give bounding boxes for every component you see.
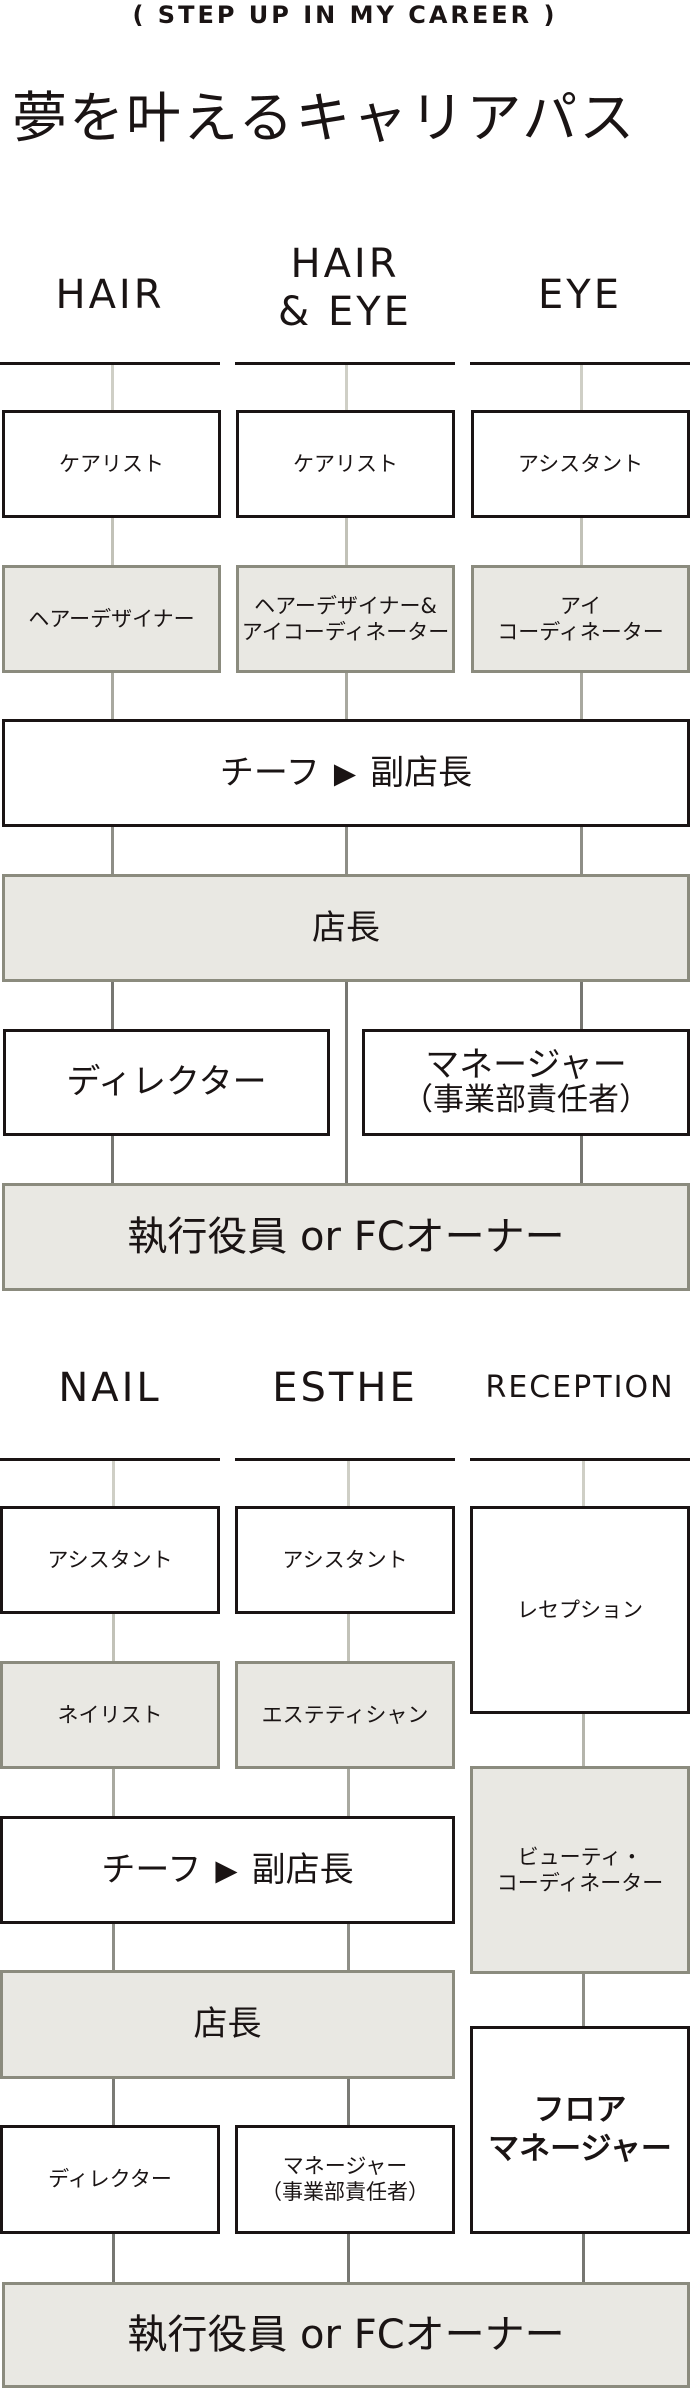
role-manager: マネージャー （事業部責任者） xyxy=(235,2125,455,2234)
connector-line xyxy=(582,1973,585,2026)
column-rule xyxy=(470,1458,690,1461)
role-eye-assistant: アシスタント xyxy=(471,410,690,518)
role-line: アイ xyxy=(560,593,601,618)
role-hair-carist: ケアリスト xyxy=(2,410,221,518)
role-line: （事業部責任者） xyxy=(402,1082,650,1119)
role-nailist: ネイリスト xyxy=(0,1661,220,1769)
connector-line xyxy=(345,981,348,1183)
column-header-esthe: ESTHE xyxy=(272,1365,418,1411)
page-title: 夢を叶えるキャリアパス xyxy=(12,86,637,150)
role-line: アイコーディネーター xyxy=(241,620,450,644)
role-chief-vice-manager: チーフ ▶ 副店長 xyxy=(0,1816,455,1924)
role-line: ビューティ・ xyxy=(517,1844,643,1869)
connector-line xyxy=(347,2233,350,2283)
role-esthetician: エステティシャン xyxy=(235,1661,455,1769)
role-executive-or-fc-owner: 執行役員 or FCオーナー xyxy=(2,2282,690,2388)
role-eye-coordinator: アイ コーディネーター xyxy=(471,565,690,673)
connector-line xyxy=(111,672,114,720)
connector-line xyxy=(111,517,114,565)
role-line: ヘアーデザイナー& xyxy=(254,593,437,618)
connector-line xyxy=(580,517,583,565)
role-manager: マネージャー （事業部責任者） xyxy=(362,1029,690,1136)
role-nail-assistant: アシスタント xyxy=(0,1506,220,1614)
role-line: コーディネーター xyxy=(497,620,664,644)
connector-line xyxy=(580,826,583,874)
role-vice-manager: 副店長 xyxy=(251,1849,354,1890)
connector-line xyxy=(580,672,583,720)
connector-line xyxy=(112,1461,115,1507)
connector-line xyxy=(580,365,583,411)
connector-line xyxy=(345,672,348,720)
connector-line xyxy=(582,1461,585,1507)
column-header-nail: NAIL xyxy=(58,1365,162,1411)
column-rule xyxy=(0,362,220,365)
role-store-manager: 店長 xyxy=(0,1970,455,2079)
column-header-hair: HAIR xyxy=(55,272,165,318)
column-rule xyxy=(235,1458,455,1461)
connector-line xyxy=(345,365,348,411)
connector-line xyxy=(112,1768,115,1816)
connector-line xyxy=(582,1713,585,1766)
role-line: フロア xyxy=(533,2092,627,2129)
role-line: （事業部責任者） xyxy=(261,2179,429,2204)
connector-line xyxy=(347,1768,350,1816)
role-director: ディレクター xyxy=(3,1029,330,1136)
role-executive-or-fc-owner: 執行役員 or FCオーナー xyxy=(2,1183,690,1291)
connector-line xyxy=(347,1461,350,1507)
connector-line xyxy=(347,1923,350,1971)
arrow-right-icon: ▶ xyxy=(333,755,357,790)
role-chief: チーフ xyxy=(219,752,320,793)
connector-line xyxy=(112,2078,115,2126)
role-floor-manager: フロア マネージャー xyxy=(470,2026,690,2234)
connector-line xyxy=(112,1613,115,1661)
role-esthe-assistant: アシスタント xyxy=(235,1506,455,1614)
connector-line xyxy=(112,1923,115,1971)
role-director: ディレクター xyxy=(0,2125,220,2234)
column-header-hair-eye-line1: HAIR xyxy=(290,241,400,287)
connector-line xyxy=(347,2078,350,2126)
column-rule xyxy=(0,1458,220,1461)
arrow-right-icon: ▶ xyxy=(215,1852,238,1887)
role-beauty-coordinator: ビューティ・ コーディネーター xyxy=(470,1766,690,1974)
connector-line xyxy=(112,2233,115,2283)
role-line: コーディネーター xyxy=(496,1871,664,1895)
role-hair-designer: ヘアーデザイナー xyxy=(2,565,221,673)
role-chief: チーフ xyxy=(101,1849,202,1890)
role-line: マネージャー xyxy=(282,2154,408,2179)
role-store-manager: 店長 xyxy=(2,874,690,982)
connector-line xyxy=(345,517,348,565)
column-header-eye: EYE xyxy=(538,272,622,318)
column-header-hair-eye-line2: & EYE xyxy=(278,289,412,335)
connector-line xyxy=(111,826,114,874)
role-vice-manager: 副店長 xyxy=(370,752,473,793)
role-reception: レセプション xyxy=(470,1506,690,1714)
role-line: マネージャー xyxy=(425,1045,627,1086)
column-header-reception: RECEPTION xyxy=(485,1370,675,1405)
career-kicker: ( STEP UP IN MY CAREER ) xyxy=(132,1,558,29)
role-line: マネージャー xyxy=(488,2131,672,2167)
role-chief-vice-manager: チーフ ▶ 副店長 xyxy=(2,719,690,827)
connector-line xyxy=(347,1613,350,1661)
role-hair-designer-eye-coordinator: ヘアーデザイナー& アイコーディネーター xyxy=(236,565,455,673)
connector-line xyxy=(345,826,348,874)
column-header-hair-eye: HAIR & EYE xyxy=(235,238,455,338)
connector-line xyxy=(111,365,114,411)
role-haireye-carist: ケアリスト xyxy=(236,410,455,518)
connector-line xyxy=(582,2233,585,2283)
